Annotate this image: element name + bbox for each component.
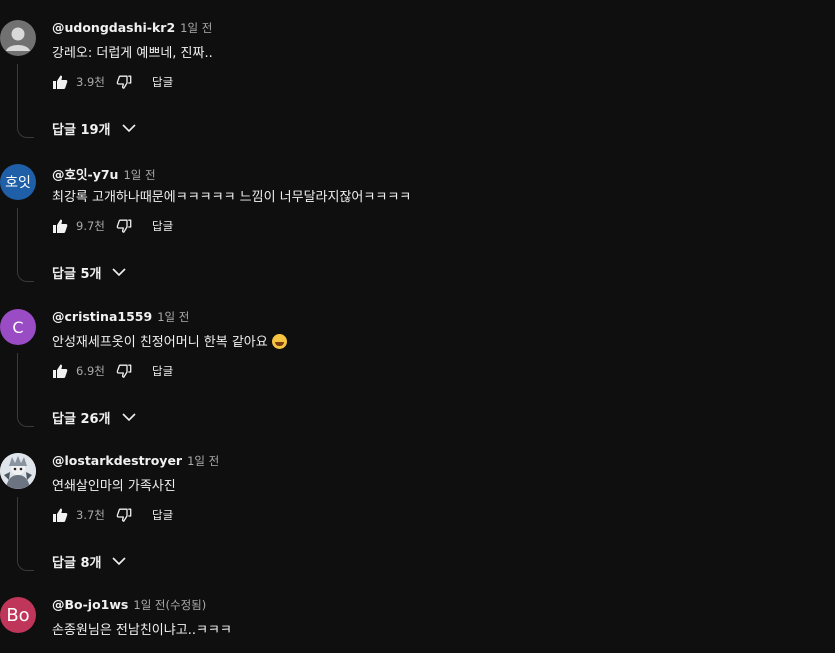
replies-count: 답글 5개 [52,266,102,282]
comment-header: @udongdashi-kr2 1일 전 [52,20,212,40]
avatar[interactable] [0,20,36,56]
reply-button[interactable]: 답글 [152,507,173,523]
thread-connector [17,353,34,427]
comment-text: 강레오: 더럽게 예쁘네, 진짜.. [52,46,213,61]
view-replies-button[interactable]: 답글 26개 [52,407,137,427]
replies-count: 답글 19개 [52,122,111,138]
comment-author[interactable]: @cristina1559 [52,309,152,324]
avatar[interactable]: Bo [0,597,36,633]
view-replies-button[interactable]: 답글 8개 [52,551,127,571]
thread-connector [17,64,34,138]
reply-button[interactable]: 답글 [152,218,173,234]
comment-header: @호잇-y7u 1일 전 [52,164,156,184]
comment-time[interactable]: 1일 전 [157,309,189,325]
avatar-initials: C [12,317,24,337]
avatar[interactable]: 호잇 [0,164,36,200]
chevron-down-icon [111,264,127,280]
thumbs-up-icon[interactable] [52,74,68,90]
comment-author[interactable]: @호잇-y7u [52,164,118,183]
comment-header: @Bo-jo1ws 1일 전(수정됨) [52,597,206,617]
avatar[interactable]: C [0,309,36,345]
comment-author[interactable]: @Bo-jo1ws [52,597,128,612]
comment-time[interactable]: 1일 전 [123,167,155,183]
thumbs-down-icon[interactable] [116,507,132,523]
like-count: 9.7천 [76,219,105,233]
thread-connector [17,208,34,282]
avatar-initials: 호잇 [5,175,31,191]
comment-actions: 3.9천 답글 [52,72,173,92]
like-count: 6.9천 [76,364,105,378]
comment-text: 연쇄살인마의 가족사진 [52,479,176,494]
thumbs-down-icon[interactable] [116,363,132,379]
chevron-down-icon [111,553,127,569]
default-avatar-icon [6,27,30,51]
comment-actions: 9.7천 답글 [52,216,173,236]
comment-author[interactable]: @udongdashi-kr2 [52,20,175,35]
comment-actions: 6.9천 답글 [52,361,173,381]
comment-author[interactable]: @lostarkdestroyer [52,453,182,468]
view-replies-button[interactable]: 답글 5개 [52,262,127,282]
comment-text: 손종원님은 전남친이냐고..ㅋㅋㅋ [52,623,232,638]
thumbs-down-icon[interactable] [116,74,132,90]
comment-header: @cristina1559 1일 전 [52,309,189,329]
comment-time[interactable]: 1일 전 [180,20,212,36]
comment-header: @lostarkdestroyer 1일 전 [52,453,219,473]
comment-text: 최강록 고개하나때문에ㅋㅋㅋㅋㅋ 느낌이 너무달라지잖어ㅋㅋㅋㅋ [52,190,412,205]
comment-text: 안성재세프옷이 친정어머니 한복 같아요 [52,331,287,350]
like-count: 3.9천 [76,75,105,89]
comment-actions: 3.7천 답글 [52,505,173,525]
reply-button[interactable]: 답글 [152,74,173,90]
comment-time[interactable]: 1일 전(수정됨) [133,597,206,613]
avatar[interactable] [0,453,36,489]
chevron-down-icon [121,120,137,136]
thumbs-up-icon[interactable] [52,363,68,379]
thread-connector [17,497,34,571]
comment-time[interactable]: 1일 전 [187,453,219,469]
comment-text-content: 안성재세프옷이 친정어머니 한복 같아요 [52,335,268,350]
replies-count: 답글 8개 [52,555,102,571]
replies-count: 답글 26개 [52,411,111,427]
thumbs-up-icon[interactable] [52,218,68,234]
chevron-down-icon [121,409,137,425]
like-count: 3.7천 [76,508,105,522]
view-replies-button[interactable]: 답글 19개 [52,118,137,138]
avatar-initials: Bo [6,604,30,626]
thumbs-up-icon[interactable] [52,507,68,523]
thumbs-down-icon[interactable] [116,218,132,234]
character-avatar-icon [0,453,36,489]
reply-button[interactable]: 답글 [152,363,173,379]
grinning-sweat-emoji-icon [271,334,287,349]
